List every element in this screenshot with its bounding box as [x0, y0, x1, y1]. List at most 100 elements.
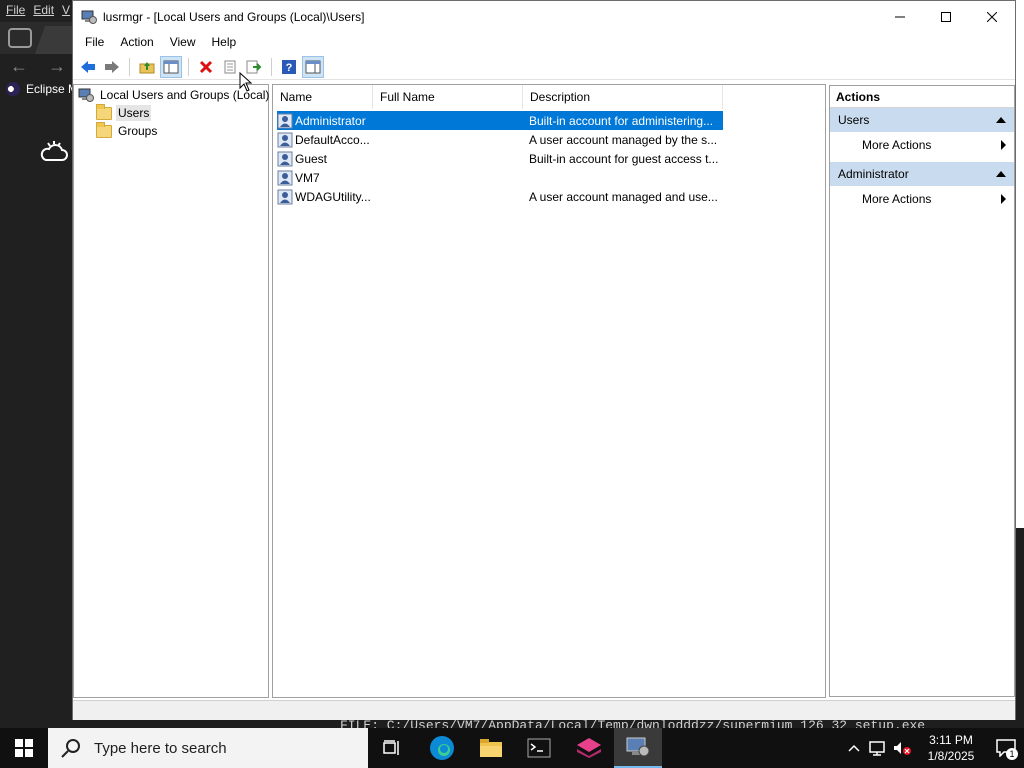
- user-account-icon: [277, 113, 293, 129]
- lusrmgr-window: lusrmgr - [Local Users and Groups (Local…: [72, 0, 1016, 720]
- background-terminal-edge: [1016, 528, 1024, 728]
- cell-description: A user account managed and use...: [529, 189, 718, 204]
- back-icon[interactable]: ←: [10, 56, 28, 77]
- search-placeholder: Type here to search: [94, 739, 227, 757]
- column-header-full-name[interactable]: Full Name: [373, 85, 523, 109]
- eclipse-label: Eclipse M: [26, 82, 79, 96]
- table-row[interactable]: WDAGUtility... A user account managed and…: [277, 187, 723, 206]
- more-actions-users[interactable]: More Actions: [830, 132, 1014, 158]
- actions-section-users[interactable]: Users: [830, 108, 1014, 132]
- background-menu-file[interactable]: File: [6, 3, 25, 17]
- user-name: WDAGUtility...: [295, 189, 371, 204]
- table-row[interactable]: VM7: [277, 168, 723, 187]
- back-arrow-icon[interactable]: [77, 56, 99, 78]
- eclipse-icon: [6, 82, 20, 96]
- network-icon[interactable]: [866, 728, 890, 768]
- status-bar: [73, 700, 1015, 720]
- cell-name: DefaultAcco...: [277, 132, 375, 148]
- show-hidden-icons-icon[interactable]: [842, 728, 866, 768]
- volume-muted-icon[interactable]: [890, 728, 914, 768]
- table-row[interactable]: Administrator Built-in account for admini…: [277, 111, 723, 130]
- delete-icon[interactable]: [195, 56, 217, 78]
- console-tree: Local Users and Groups (Local) Users Gro…: [73, 84, 269, 698]
- cell-name: VM7: [277, 170, 375, 186]
- title-bar[interactable]: lusrmgr - [Local Users and Groups (Local…: [73, 1, 1015, 32]
- weather-icon[interactable]: [40, 140, 68, 167]
- terminal-icon[interactable]: [515, 728, 563, 768]
- windows-logo-icon: [15, 739, 33, 757]
- table-row[interactable]: Guest Built-in account for guest access t…: [277, 149, 723, 168]
- background-nav: ← →: [10, 56, 66, 77]
- more-actions-label: More Actions: [862, 192, 932, 206]
- cell-description: A user account managed by the s...: [529, 132, 718, 147]
- properties-icon[interactable]: [219, 56, 241, 78]
- clock[interactable]: 3:11 PM 1/8/2025: [914, 732, 988, 764]
- toolbar-separator: [271, 57, 272, 76]
- taskbar: Type here to search 3:11 PM 1/8/2025 1: [0, 728, 1024, 768]
- window-controls: [877, 1, 1015, 32]
- show-hide-tree-icon[interactable]: [160, 55, 182, 78]
- menu-help[interactable]: Help: [204, 35, 245, 49]
- toolbar-separator: [129, 57, 130, 76]
- tree-groups-label: Groups: [118, 124, 158, 138]
- user-account-icon: [277, 132, 293, 148]
- user-name: Administrator: [295, 113, 366, 128]
- column-header-name[interactable]: Name: [273, 85, 373, 109]
- user-account-icon: [277, 189, 293, 205]
- cell-description: Built-in account for guest access t...: [529, 151, 719, 166]
- tree-item-groups[interactable]: Groups: [96, 121, 159, 139]
- more-actions-administrator[interactable]: More Actions: [830, 186, 1014, 212]
- toolbar: ?: [73, 54, 1015, 80]
- background-menu-edit[interactable]: Edit: [33, 3, 54, 17]
- file-explorer-icon[interactable]: [467, 728, 515, 768]
- collapse-icon[interactable]: [996, 117, 1006, 123]
- start-button[interactable]: [0, 728, 48, 768]
- user-account-icon: [277, 170, 293, 186]
- notification-center-button[interactable]: 1: [988, 728, 1024, 768]
- show-hide-action-pane-icon[interactable]: [302, 55, 324, 78]
- menu-view[interactable]: View: [162, 35, 204, 49]
- tree-item-users[interactable]: Users: [96, 103, 152, 121]
- forward-arrow-icon[interactable]: [101, 56, 123, 78]
- background-menu-view[interactable]: V: [62, 3, 70, 17]
- edge-icon[interactable]: [418, 728, 466, 768]
- cell-description: Built-in account for administering...: [529, 113, 714, 128]
- table-row[interactable]: DefaultAcco... A user account managed by …: [277, 130, 723, 149]
- submenu-arrow-icon: [1001, 194, 1006, 204]
- lusrmgr-app-icon[interactable]: [614, 728, 662, 768]
- minimize-button[interactable]: [877, 1, 923, 32]
- eclipse-tab[interactable]: Eclipse M: [6, 82, 78, 96]
- window-title: lusrmgr - [Local Users and Groups (Local…: [103, 9, 365, 24]
- computer-management-icon: [81, 10, 97, 24]
- collapse-icon[interactable]: [996, 171, 1006, 177]
- taskbar-search[interactable]: Type here to search: [48, 728, 368, 768]
- forward-icon[interactable]: →: [48, 56, 66, 77]
- up-folder-icon[interactable]: [136, 56, 158, 78]
- more-actions-label: More Actions: [862, 138, 932, 152]
- toolbar-separator: [188, 57, 189, 76]
- maximize-button[interactable]: [923, 1, 969, 32]
- menu-action[interactable]: Action: [112, 35, 161, 49]
- user-account-icon: [277, 151, 293, 167]
- svg-text:?: ?: [286, 62, 293, 74]
- background-app-menu: File Edit V: [0, 0, 70, 20]
- help-icon[interactable]: ?: [278, 56, 300, 78]
- menu-bar: File Action View Help: [73, 32, 1015, 52]
- column-header-description[interactable]: Description: [523, 85, 723, 109]
- actions-section-administrator[interactable]: Administrator: [830, 162, 1014, 186]
- task-view-icon[interactable]: [368, 728, 416, 768]
- cell-name: WDAGUtility...: [277, 189, 375, 205]
- list-header: Name Full Name Description: [273, 85, 825, 109]
- folder-icon: [96, 121, 112, 138]
- menu-file[interactable]: File: [77, 35, 112, 49]
- mouse-cursor-icon: [239, 72, 253, 92]
- tab-actions-icon[interactable]: [8, 28, 32, 48]
- close-button[interactable]: [969, 1, 1015, 32]
- submenu-arrow-icon: [1001, 140, 1006, 150]
- background-app-window: File Edit V ← → Eclipse M: [0, 0, 86, 728]
- eclipse-app-icon[interactable]: [565, 728, 613, 768]
- actions-pane: Actions Users More Actions Administrator…: [829, 85, 1015, 697]
- tree-users-label: Users: [116, 105, 152, 121]
- user-name: Guest: [295, 151, 328, 166]
- cell-name: Administrator: [277, 113, 375, 129]
